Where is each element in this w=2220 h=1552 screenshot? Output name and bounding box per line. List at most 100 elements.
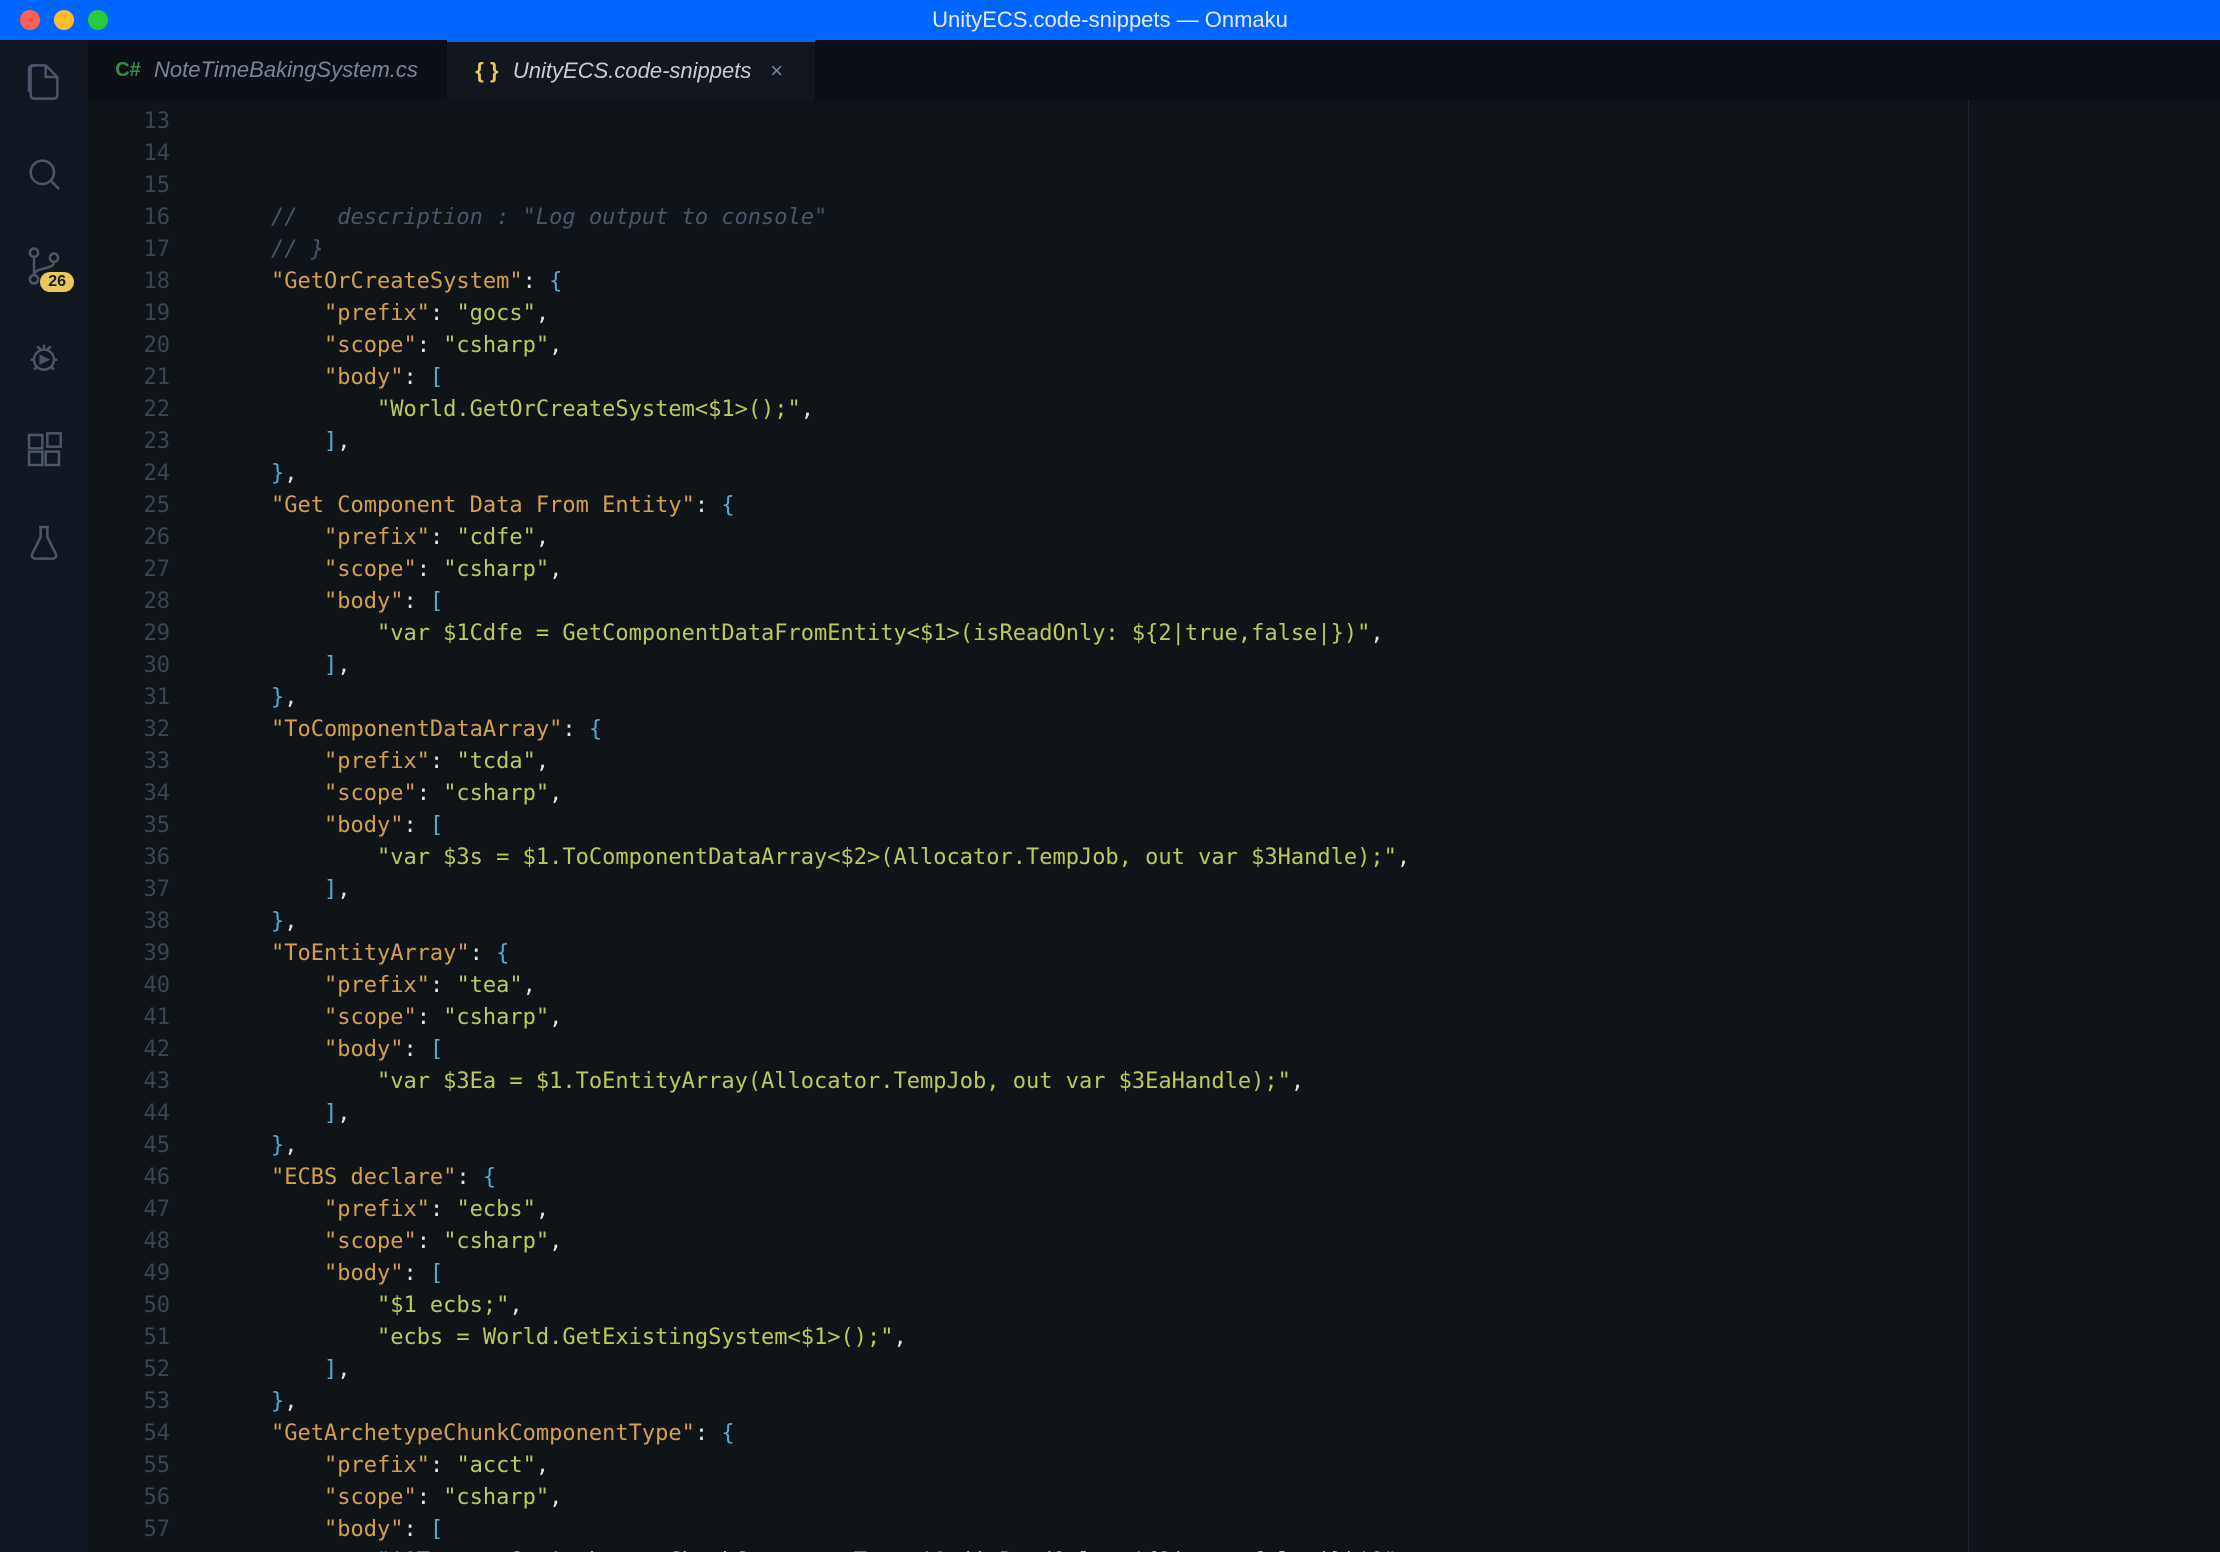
token-bracket: } — [271, 1389, 284, 1414]
line-number: 49 — [88, 1258, 170, 1290]
token-string: "ecbs = World.GetExistingSystem<$1>();" — [377, 1325, 894, 1350]
code-line[interactable]: "body": [ — [218, 1034, 2220, 1066]
editor-body[interactable]: 1314151617181920212223242526272829303132… — [88, 100, 2220, 1552]
source-control-activity[interactable]: 26 — [22, 244, 66, 288]
token-punct: : — [403, 1037, 430, 1062]
code-line[interactable]: // description : "Log output to console" — [218, 202, 2220, 234]
line-number: 55 — [88, 1450, 170, 1482]
code-line[interactable]: "World.GetOrCreateSystem<$1>();", — [218, 394, 2220, 426]
code-line[interactable]: "var $3Ea = $1.ToEntityArray(Allocator.T… — [218, 1066, 2220, 1098]
line-number-gutter: 1314151617181920212223242526272829303132… — [88, 100, 218, 1552]
extensions-activity[interactable] — [22, 428, 66, 472]
code-line[interactable]: "ECBS declare": { — [218, 1162, 2220, 1194]
activity-bar: 26 — [0, 40, 88, 1552]
code-content[interactable]: // description : "Log output to console"… — [218, 100, 2220, 1552]
code-line[interactable]: "prefix": "acct", — [218, 1450, 2220, 1482]
code-line[interactable]: }, — [218, 906, 2220, 938]
search-icon — [24, 154, 64, 194]
code-line[interactable]: "scope": "csharp", — [218, 1226, 2220, 1258]
code-line[interactable]: "body": [ — [218, 1258, 2220, 1290]
line-number: 47 — [88, 1194, 170, 1226]
token-punct: , — [523, 973, 536, 998]
code-line[interactable]: ], — [218, 426, 2220, 458]
code-line[interactable]: "scope": "csharp", — [218, 1482, 2220, 1514]
code-line[interactable]: "Get Component Data From Entity": { — [218, 490, 2220, 522]
code-line[interactable]: "scope": "csharp", — [218, 1002, 2220, 1034]
code-line[interactable]: "scope": "csharp", — [218, 778, 2220, 810]
maximize-window-button[interactable] — [88, 10, 108, 30]
code-line[interactable]: }, — [218, 458, 2220, 490]
code-line[interactable]: "body": [ — [218, 362, 2220, 394]
code-line[interactable]: "scope": "csharp", — [218, 554, 2220, 586]
token-punct: , — [284, 909, 297, 934]
token-punct: , — [549, 1485, 562, 1510]
explorer-activity[interactable] — [22, 60, 66, 104]
token-key: "scope" — [324, 781, 417, 806]
token-punct: , — [509, 1293, 522, 1318]
token-punct: , — [337, 429, 350, 454]
code-line[interactable]: "ecbs = World.GetExistingSystem<$1>();", — [218, 1322, 2220, 1354]
code-line[interactable]: "prefix": "gocs", — [218, 298, 2220, 330]
token-punct: : — [417, 1485, 444, 1510]
token-key: "prefix" — [324, 525, 430, 550]
csharp-file-icon: C# — [116, 58, 140, 82]
token-punct: : — [417, 333, 444, 358]
token-punct: : — [430, 1197, 457, 1222]
token-key: "body" — [324, 1517, 403, 1542]
line-number: 38 — [88, 906, 170, 938]
code-line[interactable]: }, — [218, 1130, 2220, 1162]
line-number: 41 — [88, 1002, 170, 1034]
token-punct: : — [430, 973, 457, 998]
code-line[interactable]: ], — [218, 1098, 2220, 1130]
token-punct: : — [523, 269, 550, 294]
code-line[interactable]: "GetOrCreateSystem": { — [218, 266, 2220, 298]
code-line[interactable]: "body": [ — [218, 1514, 2220, 1546]
token-punct: , — [284, 461, 297, 486]
token-key: "scope" — [324, 1005, 417, 1030]
close-window-button[interactable] — [20, 10, 40, 30]
close-icon[interactable]: × — [765, 60, 787, 82]
code-line[interactable]: "prefix": "cdfe", — [218, 522, 2220, 554]
code-line[interactable]: ], — [218, 650, 2220, 682]
token-punct: , — [536, 1197, 549, 1222]
tab-1[interactable]: { }UnityECS.code-snippets× — [447, 40, 816, 100]
code-line[interactable]: ], — [218, 1354, 2220, 1386]
line-number: 20 — [88, 330, 170, 362]
code-line[interactable]: "$1Type = GetArchetypeChunkComponentType… — [218, 1546, 2220, 1552]
code-line[interactable]: "prefix": "tea", — [218, 970, 2220, 1002]
code-line[interactable]: "body": [ — [218, 810, 2220, 842]
token-punct: , — [284, 685, 297, 710]
extensions-icon — [24, 430, 64, 470]
token-string: "gocs" — [456, 301, 535, 326]
token-punct: : — [417, 557, 444, 582]
token-bracket: { — [589, 717, 602, 742]
code-line[interactable]: "prefix": "tcda", — [218, 746, 2220, 778]
debug-activity[interactable] — [22, 336, 66, 380]
code-line[interactable]: ], — [218, 874, 2220, 906]
token-string: "tea" — [456, 973, 522, 998]
token-bracket: [ — [430, 589, 443, 614]
token-bracket: ] — [324, 877, 337, 902]
code-line[interactable]: "body": [ — [218, 586, 2220, 618]
token-punct: : — [403, 589, 430, 614]
token-string: "acct" — [456, 1453, 535, 1478]
code-line[interactable]: "$1 ecbs;", — [218, 1290, 2220, 1322]
line-number: 53 — [88, 1386, 170, 1418]
code-line[interactable]: "GetArchetypeChunkComponentType": { — [218, 1418, 2220, 1450]
code-line[interactable]: // } — [218, 234, 2220, 266]
token-key: "ToEntityArray" — [271, 941, 470, 966]
code-line[interactable]: "var $1Cdfe = GetComponentDataFromEntity… — [218, 618, 2220, 650]
code-line[interactable]: "scope": "csharp", — [218, 330, 2220, 362]
minimize-window-button[interactable] — [54, 10, 74, 30]
token-punct: , — [337, 1101, 350, 1126]
code-line[interactable]: "ToComponentDataArray": { — [218, 714, 2220, 746]
search-activity[interactable] — [22, 152, 66, 196]
tab-0[interactable]: C#NoteTimeBakingSystem.cs — [88, 40, 447, 100]
code-line[interactable]: }, — [218, 1386, 2220, 1418]
testing-activity[interactable] — [22, 520, 66, 564]
code-line[interactable]: "ToEntityArray": { — [218, 938, 2220, 970]
code-line[interactable]: "var $3s = $1.ToComponentDataArray<$2>(A… — [218, 842, 2220, 874]
code-line[interactable]: }, — [218, 682, 2220, 714]
token-punct: , — [536, 301, 549, 326]
code-line[interactable]: "prefix": "ecbs", — [218, 1194, 2220, 1226]
